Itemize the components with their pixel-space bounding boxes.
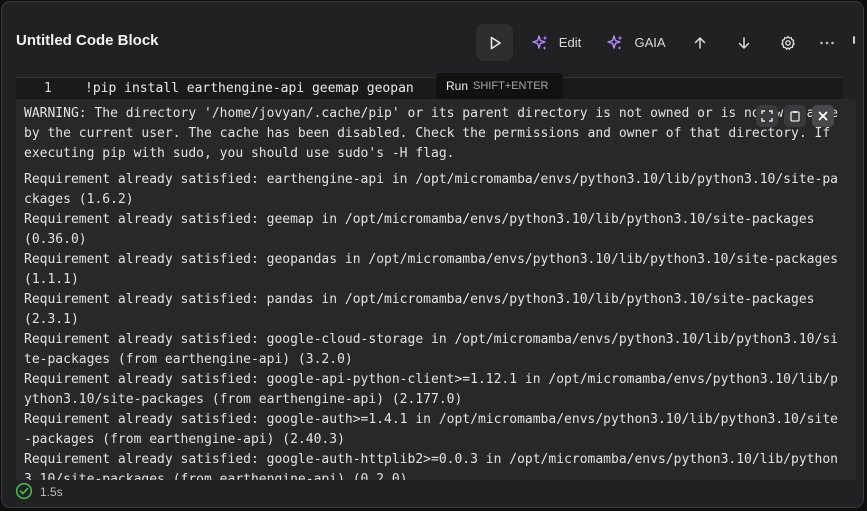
check-circle-icon xyxy=(15,482,33,500)
output-line: Requirement already satisfied: google-ap… xyxy=(24,372,838,407)
gaia-label: GAIA xyxy=(634,35,666,50)
more-horizontal-icon xyxy=(820,41,834,44)
move-down-button[interactable] xyxy=(730,24,758,61)
output-line: Requirement already satisfied: earthengi… xyxy=(24,172,838,207)
code-editor[interactable]: 1 !pip install earthengine-api geemap ge… xyxy=(16,77,843,99)
output-actions xyxy=(756,105,834,127)
output-line: Requirement already satisfied: google-au… xyxy=(24,452,838,482)
run-button[interactable] xyxy=(476,24,513,61)
code-cell: Untitled Code Block Edit GAIA 1 !pip ins… xyxy=(1,1,864,508)
cell-header: Untitled Code Block Edit GAIA xyxy=(2,2,863,76)
cell-toolbar: Edit GAIA xyxy=(476,24,863,62)
cell-output: WARNING: The directory '/home/jovyan/.ca… xyxy=(16,99,856,482)
output-line: Requirement already satisfied: pandas in… xyxy=(24,292,823,327)
clipboard-icon xyxy=(790,111,800,122)
output-line: Requirement already satisfied: google-cl… xyxy=(24,332,838,367)
copy-output-button[interactable] xyxy=(784,105,806,127)
output-text: WARNING: The directory '/home/jovyan/.ca… xyxy=(24,104,844,482)
run-tooltip: Run SHIFT+ENTER xyxy=(436,73,563,99)
line-number: 1 xyxy=(44,81,52,96)
gaia-button[interactable]: GAIA xyxy=(603,24,669,61)
play-icon xyxy=(490,36,501,49)
output-line: Requirement already satisfied: geemap in… xyxy=(24,212,823,247)
gear-icon xyxy=(781,35,795,50)
toolbar-edge-marker xyxy=(853,36,855,44)
code-line[interactable]: !pip install earthengine-api geemap geop… xyxy=(85,81,414,96)
arrow-down-icon xyxy=(738,36,750,49)
arrow-up-icon xyxy=(694,36,706,49)
expand-icon xyxy=(761,110,773,122)
output-line: Requirement already satisfied: geopandas… xyxy=(24,252,846,287)
output-line: Requirement already satisfied: google-au… xyxy=(24,412,838,447)
cell-title[interactable]: Untitled Code Block xyxy=(16,32,159,49)
cell-footer: 1.5s xyxy=(2,480,863,507)
close-icon xyxy=(818,111,828,121)
expand-output-button[interactable] xyxy=(756,105,778,127)
edit-button[interactable]: Edit xyxy=(526,24,586,61)
tooltip-shortcut: SHIFT+ENTER xyxy=(473,80,549,92)
edit-label: Edit xyxy=(558,35,582,50)
move-up-button[interactable] xyxy=(686,24,714,61)
output-warning: WARNING: The directory '/home/jovyan/.ca… xyxy=(24,106,846,161)
execution-duration: 1.5s xyxy=(40,485,63,499)
close-output-button[interactable] xyxy=(812,105,834,127)
sparkle-icon xyxy=(532,34,548,50)
settings-button[interactable] xyxy=(774,24,802,61)
more-button[interactable] xyxy=(816,24,838,61)
sparkle-icon xyxy=(607,34,623,50)
tooltip-label: Run xyxy=(446,79,469,93)
